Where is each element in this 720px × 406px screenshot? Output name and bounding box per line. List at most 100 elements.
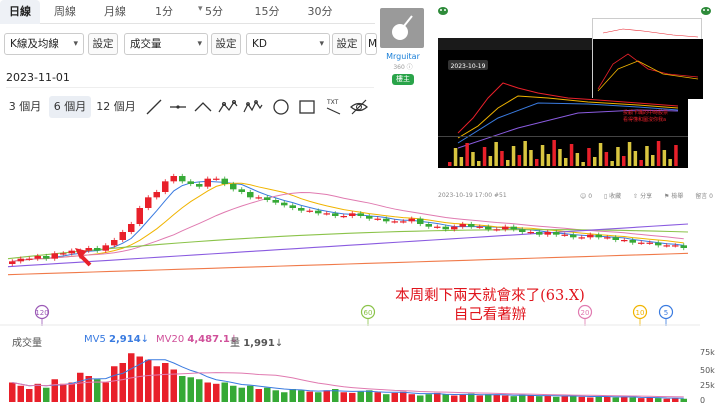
vol-axis-25k: 25k bbox=[700, 381, 715, 390]
volume-bar bbox=[17, 385, 24, 402]
text-tool-icon[interactable]: TXT bbox=[322, 96, 344, 118]
volume-bar bbox=[476, 395, 483, 402]
settings-button-main[interactable]: 設定 bbox=[88, 33, 118, 55]
author-name[interactable]: Mrguitar bbox=[380, 52, 426, 61]
candle bbox=[298, 208, 305, 211]
tab-weekly[interactable]: 周線 bbox=[40, 0, 90, 24]
candle bbox=[119, 232, 126, 240]
emoji-icon bbox=[438, 7, 448, 15]
candle bbox=[527, 232, 534, 234]
volume-bar bbox=[111, 366, 118, 402]
volume-bar bbox=[578, 396, 585, 402]
candle bbox=[502, 226, 509, 230]
candle bbox=[179, 176, 186, 182]
indicator-extra-select[interactable]: M bbox=[365, 33, 377, 55]
candle bbox=[417, 218, 424, 224]
volume-bar bbox=[272, 390, 279, 402]
candle bbox=[323, 213, 330, 215]
settings-button-kd[interactable]: 設定 bbox=[332, 33, 362, 55]
volume-bar bbox=[519, 394, 526, 402]
candle bbox=[349, 213, 356, 216]
volume-bar bbox=[204, 382, 211, 402]
tab-1min[interactable]: 1分 bbox=[140, 0, 188, 24]
indicator-kd-select[interactable]: KD ▾ bbox=[246, 33, 330, 55]
tab-15min[interactable]: 15分 bbox=[240, 0, 294, 24]
mv20-legend: MV20 4,487.1↓ bbox=[156, 334, 238, 345]
line-tool-icon[interactable] bbox=[143, 96, 165, 118]
candle bbox=[145, 197, 152, 208]
svg-text:TXT: TXT bbox=[326, 99, 339, 106]
tab-daily[interactable]: 日線 bbox=[0, 0, 40, 24]
indicator-volume-select[interactable]: 成交量 ▾ bbox=[124, 33, 208, 55]
candle bbox=[621, 240, 628, 242]
period-marker[interactable]: 10 bbox=[632, 304, 648, 327]
chevron-down-icon: ▾ bbox=[319, 39, 324, 49]
angle-tool-icon[interactable] bbox=[192, 96, 214, 118]
avatar[interactable] bbox=[380, 8, 424, 48]
embed-note-2: 看得懂和圖沒你我a bbox=[623, 116, 666, 123]
volume-bar bbox=[621, 396, 628, 402]
wave-tool-icon[interactable] bbox=[217, 96, 239, 118]
candle bbox=[264, 197, 271, 200]
ma5-line bbox=[12, 180, 684, 262]
settings-button-volume[interactable]: 設定 bbox=[211, 33, 241, 55]
candle bbox=[604, 237, 611, 239]
chevron-down-icon: ▾ bbox=[73, 39, 78, 49]
indicator-main-select[interactable]: K線及均線 ▾ bbox=[4, 33, 84, 55]
volume-bars bbox=[9, 353, 687, 402]
volume-bar bbox=[680, 398, 687, 402]
volume-bar bbox=[179, 376, 186, 402]
volume-bar bbox=[94, 379, 101, 402]
candle bbox=[561, 234, 568, 236]
embed-note-1: 投顧卡職的中時股票 bbox=[623, 109, 668, 116]
ma120-line bbox=[7, 223, 689, 268]
candle bbox=[476, 226, 483, 228]
candle bbox=[434, 226, 441, 228]
candle bbox=[289, 205, 296, 208]
volume-bar bbox=[187, 377, 194, 402]
candle bbox=[510, 226, 517, 230]
candle bbox=[595, 234, 602, 238]
rectangle-tool-icon[interactable] bbox=[296, 96, 318, 118]
period-marker[interactable]: 120 bbox=[34, 304, 50, 327]
candle bbox=[425, 224, 432, 227]
candle bbox=[9, 261, 16, 264]
author-score: 360 ⓘ bbox=[393, 64, 413, 71]
candle bbox=[281, 202, 288, 206]
volume-bar bbox=[298, 390, 305, 402]
candle bbox=[536, 232, 543, 235]
range-3m-button[interactable]: 3 個月 bbox=[5, 96, 45, 118]
range-6m-button[interactable]: 6 個月 bbox=[49, 96, 91, 118]
zigzag-tool-icon[interactable] bbox=[242, 96, 264, 118]
candle bbox=[485, 226, 492, 230]
emoji-icon bbox=[701, 7, 711, 15]
volume-bar bbox=[553, 396, 560, 402]
candle bbox=[519, 229, 526, 232]
volume-bar bbox=[451, 395, 458, 402]
candle bbox=[638, 242, 645, 244]
volume-bar bbox=[459, 394, 466, 402]
volume-bar bbox=[493, 394, 500, 402]
down-arrow-icon: ↓ bbox=[140, 334, 150, 345]
vol-label: 量 bbox=[230, 338, 240, 349]
chevron-down-icon[interactable]: ▾ bbox=[198, 4, 203, 14]
candle bbox=[238, 189, 245, 192]
tab-5min[interactable]: 5分 bbox=[188, 0, 240, 24]
volume-bar bbox=[264, 387, 271, 402]
range-12m-button[interactable]: 12 個月 bbox=[94, 96, 138, 118]
candle bbox=[400, 221, 407, 223]
circle-tool-icon[interactable] bbox=[270, 96, 292, 118]
tab-monthly[interactable]: 月線 bbox=[90, 0, 140, 24]
horizontal-line-tool-icon[interactable] bbox=[167, 96, 189, 118]
candle bbox=[451, 226, 458, 230]
candle bbox=[315, 210, 322, 214]
period-marker[interactable]: 5 bbox=[658, 304, 674, 327]
date-field[interactable]: 2023-11-01 bbox=[6, 68, 374, 88]
tab-30min[interactable]: 30分 bbox=[294, 0, 346, 24]
volume-bar bbox=[536, 396, 543, 402]
hide-eye-icon[interactable] bbox=[348, 96, 370, 118]
volume-bar bbox=[655, 398, 662, 402]
indicator-extra-value: M bbox=[368, 38, 378, 50]
main-candlestick-chart[interactable]: 120 60 20 10 5 75k 50k 25k 0 bbox=[0, 140, 720, 406]
candle bbox=[43, 256, 50, 259]
